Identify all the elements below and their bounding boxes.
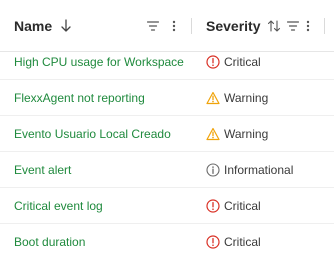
alert-circle-icon — [206, 54, 220, 69]
alert-circle-icon — [206, 234, 220, 249]
more-vertical-icon[interactable] — [303, 19, 313, 33]
severity-label: Critical — [224, 198, 261, 213]
alert-name-link[interactable]: High CPU usage for Workspace — [14, 44, 184, 79]
sort-up-down-icon[interactable] — [267, 19, 281, 33]
alert-name-link[interactable]: Boot duration — [14, 224, 85, 259]
column-separator[interactable] — [324, 18, 325, 34]
info-circle-icon — [206, 162, 220, 177]
alert-name-link[interactable]: Critical event log — [14, 188, 103, 223]
severity-label: Warning — [224, 90, 269, 105]
warning-triangle-icon — [206, 91, 220, 105]
severity-cell: Critical — [206, 188, 261, 223]
filter-icon[interactable] — [146, 19, 160, 33]
severity-label: Critical — [224, 234, 261, 249]
arrow-down-icon[interactable] — [61, 18, 71, 33]
alert-circle-icon — [206, 198, 220, 213]
table-row[interactable]: High CPU usage for Workspace Critical — [0, 44, 334, 80]
column-header-severity-label: Severity — [206, 17, 261, 34]
more-vertical-icon[interactable] — [169, 19, 179, 33]
alert-name-link[interactable]: FlexxAgent not reporting — [14, 80, 145, 115]
table-row[interactable]: Event alert Informational — [0, 152, 334, 188]
alert-name-link[interactable]: Evento Usuario Local Creado — [14, 116, 171, 151]
table-row[interactable]: FlexxAgent not reporting Warning — [0, 80, 334, 116]
severity-label: Informational — [224, 162, 294, 177]
filter-icon[interactable] — [286, 19, 300, 33]
severity-cell: Informational — [206, 152, 293, 187]
alert-name-link[interactable]: Event alert — [14, 152, 71, 187]
column-separator[interactable] — [191, 18, 192, 34]
warning-triangle-icon — [206, 127, 220, 141]
severity-label: Critical — [224, 54, 261, 69]
severity-cell: Critical — [206, 224, 261, 259]
table-row[interactable]: Boot duration Critical — [0, 224, 334, 260]
table-row[interactable]: Critical event log Critical — [0, 188, 334, 224]
column-header-name-label: Name — [14, 17, 53, 34]
severity-cell: Critical — [206, 44, 261, 79]
severity-cell: Warning — [206, 116, 268, 151]
alerts-table: Name Severity High CPU usage for Workspa… — [0, 0, 334, 250]
table-row[interactable]: Evento Usuario Local Creado Warning — [0, 116, 334, 152]
severity-label: Warning — [224, 126, 269, 141]
severity-cell: Warning — [206, 80, 268, 115]
